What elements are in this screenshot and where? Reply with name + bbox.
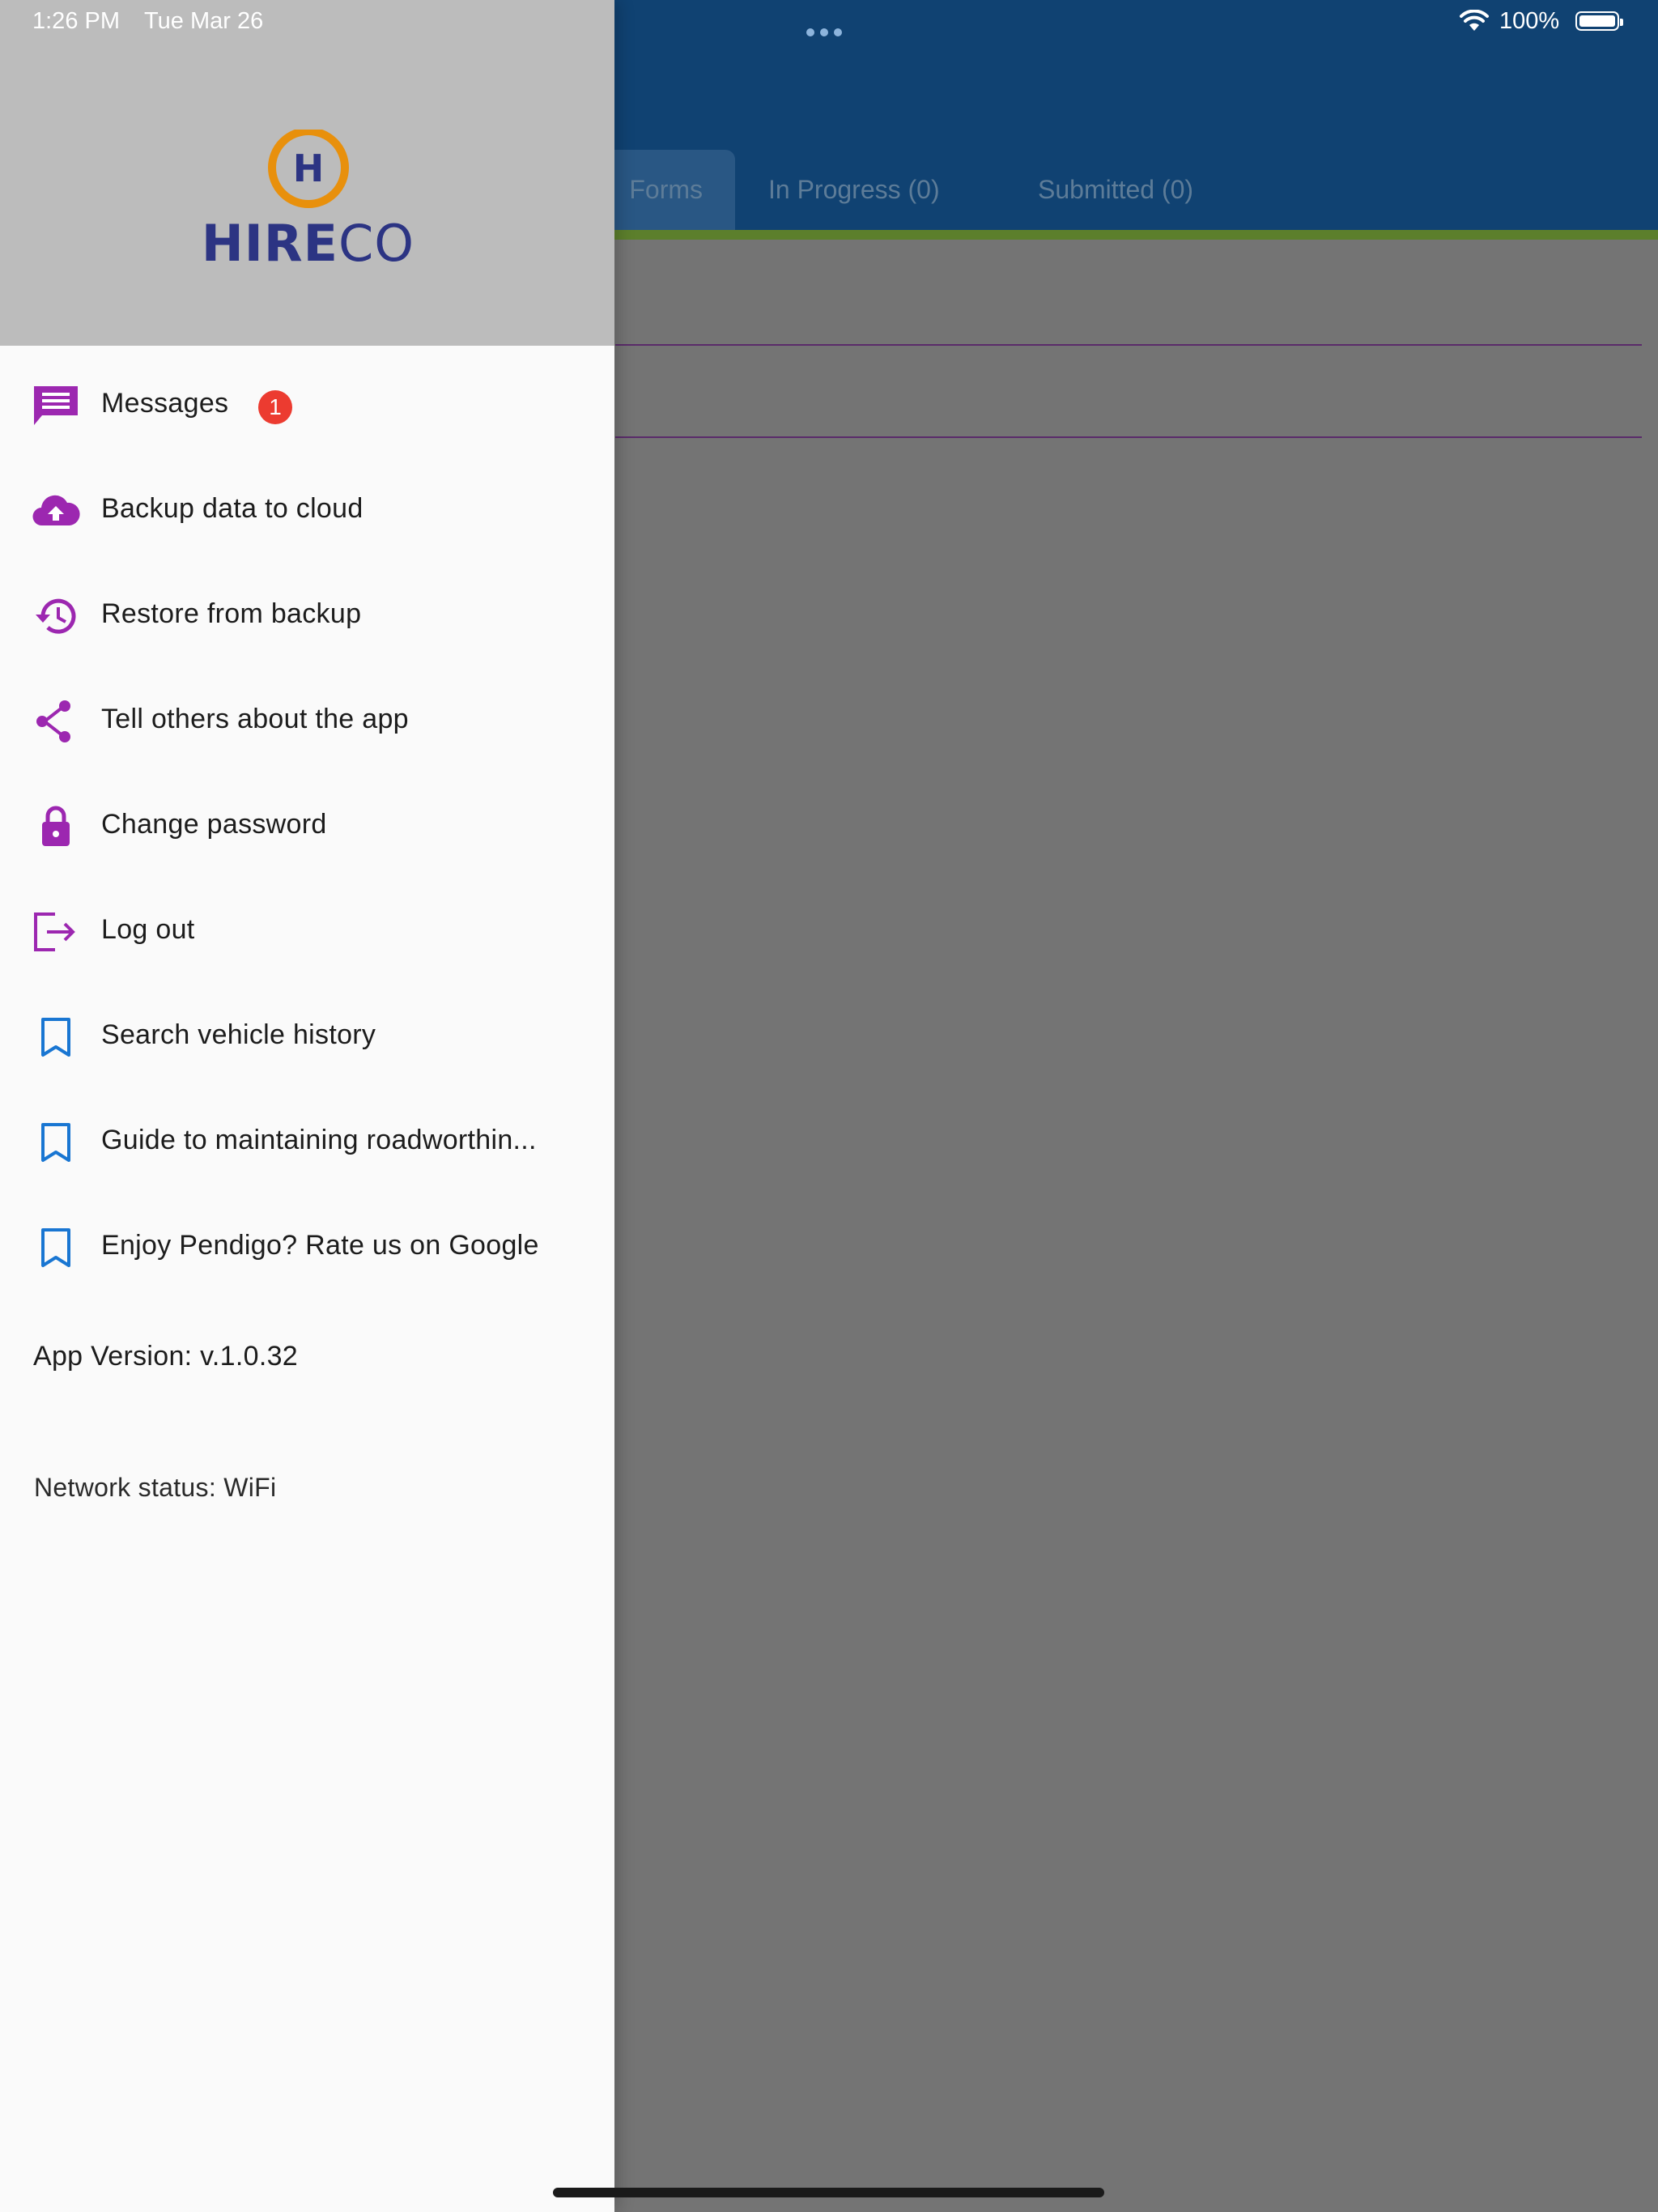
menu-item-backup[interactable]: Backup data to cloud bbox=[0, 466, 614, 555]
menu-item-label: Log out bbox=[101, 914, 195, 945]
message-icon bbox=[34, 386, 78, 425]
list-divider bbox=[615, 344, 1642, 346]
network-status: Network status: WiFi bbox=[34, 1473, 277, 1502]
menu-item-share[interactable]: Tell others about the app bbox=[0, 677, 614, 766]
tab-forms[interactable]: Forms bbox=[599, 150, 735, 230]
logo-wordmark-bold: HIRE bbox=[201, 214, 338, 273]
logout-icon bbox=[34, 912, 75, 951]
history-icon bbox=[36, 598, 76, 634]
home-indicator[interactable] bbox=[553, 2188, 1104, 2197]
bookmark-icon bbox=[41, 1018, 70, 1057]
share-icon bbox=[36, 700, 70, 742]
menu-item-search-vehicle-history[interactable]: Search vehicle history bbox=[0, 993, 614, 1082]
menu-item-label: Guide to maintaining roadworthin... bbox=[101, 1125, 537, 1155]
tab-in-progress[interactable]: In Progress (0) bbox=[768, 150, 940, 230]
status-bar: 1:26 PM Tue Mar 26 100% bbox=[0, 0, 1658, 44]
menu-item-label: Change password bbox=[101, 809, 327, 840]
bookmark-icon bbox=[41, 1123, 70, 1162]
svg-text:H: H bbox=[293, 147, 325, 190]
status-time: 1:26 PM bbox=[32, 8, 120, 34]
menu-item-messages[interactable]: Messages 1 bbox=[0, 361, 614, 450]
status-date: Tue Mar 26 bbox=[144, 8, 264, 34]
menu-item-label: Search vehicle history bbox=[101, 1019, 376, 1050]
cloud-upload-icon bbox=[32, 495, 80, 526]
menu-item-roadworthiness-guide[interactable]: Guide to maintaining roadworthin... bbox=[0, 1098, 614, 1187]
menu-item-label: Restore from backup bbox=[101, 598, 362, 629]
unread-badge: 1 bbox=[258, 390, 292, 424]
menu-item-logout[interactable]: Log out bbox=[0, 887, 614, 976]
battery-level-fill bbox=[1579, 15, 1615, 27]
app-version: App Version: v.1.0.32 bbox=[33, 1341, 298, 1372]
wifi-icon bbox=[1460, 10, 1489, 31]
menu-item-label: Enjoy Pendigo? Rate us on Google bbox=[101, 1230, 539, 1261]
battery-percentage: 100% bbox=[1499, 8, 1560, 34]
tab-forms-label: Forms bbox=[629, 175, 703, 204]
bookmark-icon bbox=[41, 1228, 70, 1267]
menu-item-restore[interactable]: Restore from backup bbox=[0, 572, 614, 661]
drawer-header: H HIRECO bbox=[0, 0, 614, 346]
logo-wordmark-light: CO bbox=[338, 214, 415, 273]
menu-item-label: Tell others about the app bbox=[101, 704, 409, 734]
lock-icon bbox=[42, 806, 70, 846]
menu-item-change-password[interactable]: Change password bbox=[0, 782, 614, 871]
multitasking-dots-icon[interactable] bbox=[806, 16, 848, 43]
hireco-logo: H HIRECO bbox=[193, 130, 423, 273]
battery-icon bbox=[1575, 11, 1623, 31]
tab-submitted[interactable]: Submitted (0) bbox=[1038, 150, 1193, 230]
logo-wordmark: HIRECO bbox=[193, 214, 423, 273]
logo-mark-icon: H bbox=[268, 130, 349, 208]
menu-item-rate-app[interactable]: Enjoy Pendigo? Rate us on Google bbox=[0, 1203, 614, 1292]
menu-item-label: Messages bbox=[101, 388, 229, 419]
menu-item-label: Backup data to cloud bbox=[101, 493, 363, 524]
list-divider bbox=[615, 436, 1642, 438]
navigation-drawer: H HIRECO Messages 1 Backup data to cloud bbox=[0, 0, 614, 2212]
